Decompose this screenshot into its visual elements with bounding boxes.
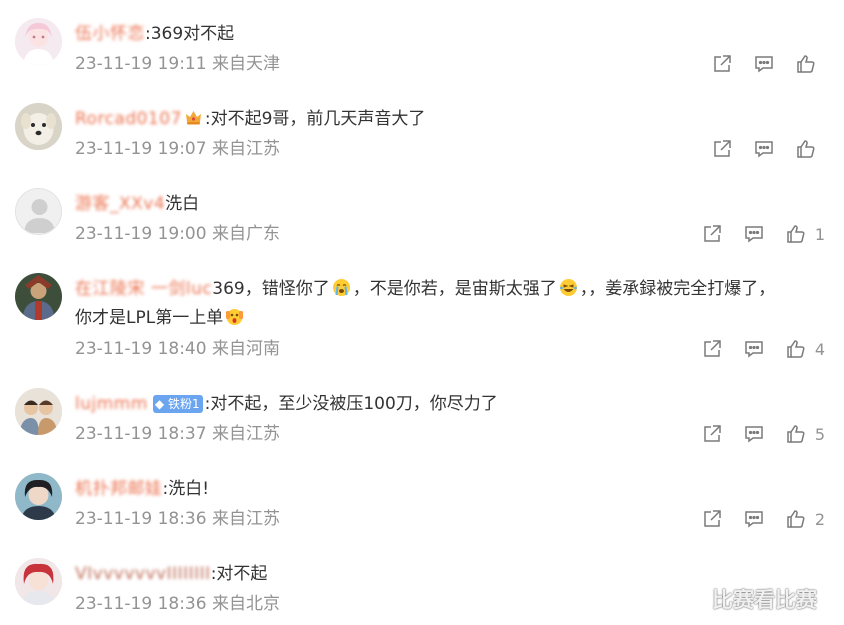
comment-text: :洗白! [162, 479, 210, 499]
comment-item: 机扑邦邮娃:洗白! 23-11-19 18:36 来自江苏 2 [0, 465, 844, 550]
like-count: 1 [814, 224, 825, 244]
username-link[interactable]: Rorcad0107 [75, 104, 182, 134]
laughing-emoji-icon [559, 277, 578, 296]
share-icon[interactable] [702, 339, 722, 359]
comment-actions: 4 [702, 337, 844, 361]
comment-item: 游客_XXv4洗白 23-11-19 19:00 来自广东 1 [0, 180, 844, 265]
comment-text: :对不起 [210, 564, 268, 584]
share-icon[interactable] [712, 139, 732, 159]
username-link[interactable]: lujmmm [75, 389, 148, 419]
username-link[interactable]: 伍小怀恋 [75, 19, 145, 49]
comment-text: 你才是LPL第一上单 [75, 308, 224, 328]
comment-icon[interactable] [744, 424, 764, 444]
crying-emoji-icon [332, 277, 351, 296]
comment-actions [712, 52, 844, 76]
diamond-icon: ◆ [154, 397, 165, 411]
comment-item: lujmmm ◆ 铁粉1:对不起，至少没被压100刀，你尽力了 23-11-19 … [0, 380, 844, 465]
username-link[interactable]: 在江陵宋 一剑luc [75, 274, 212, 304]
username-link[interactable]: 机扑邦邮娃 [75, 474, 163, 504]
avatar[interactable] [15, 388, 62, 435]
avatar[interactable] [15, 188, 62, 235]
comment-meta: 23-11-19 18:40 来自河南 [75, 339, 280, 359]
comment-meta: 23-11-19 18:37 来自江苏 [75, 424, 280, 444]
comment-item: 在江陵宋 一剑luc369，错怪你了 ，不是你若，是宙斯太强了 ，，姜承録被完全打爆… [0, 265, 844, 380]
comment-item: Rorcad0107 :对不起9哥，前几天声音大了 23-11-19 19:07 … [0, 95, 844, 180]
like-icon[interactable] [786, 224, 806, 244]
comment-text: 洗白 [165, 194, 200, 214]
like-icon[interactable] [796, 139, 816, 159]
like-count: 4 [814, 339, 825, 359]
fan-badge[interactable]: ◆ 铁粉1 [152, 395, 203, 413]
avatar[interactable] [15, 18, 62, 65]
share-icon[interactable] [712, 54, 732, 74]
share-icon[interactable] [702, 224, 722, 244]
username-link[interactable]: VIvvvvvvvIIIIIIII [75, 559, 211, 589]
comment-actions [712, 137, 844, 161]
watermark: 比赛看比赛 [712, 588, 817, 612]
avatar[interactable] [15, 558, 62, 605]
like-icon[interactable] [786, 424, 806, 444]
comment-content: lujmmm ◆ 铁粉1:对不起，至少没被压100刀，你尽力了 [75, 389, 498, 419]
avatar[interactable] [15, 473, 62, 520]
like-count: 2 [814, 509, 825, 529]
comment-meta: 23-11-19 19:11 来自天津 [75, 54, 280, 74]
comment-icon[interactable] [754, 54, 774, 74]
comment-meta: 23-11-19 18:36 来自江苏 [75, 509, 280, 529]
comment-content: 在江陵宋 一剑luc369，错怪你了 ，不是你若，是宙斯太强了 ，，姜承録被完全打爆… [75, 274, 775, 304]
like-icon[interactable] [786, 339, 806, 359]
like-icon[interactable] [786, 509, 806, 529]
comment-item: 伍小怀恋:369对不起 23-11-19 19:11 来自天津 [0, 10, 844, 95]
share-icon[interactable] [702, 424, 722, 444]
comment-meta: 23-11-19 18:36 来自北京 [75, 594, 280, 614]
username-link[interactable]: 游客_XXv4 [75, 189, 165, 219]
comment-text: :对不起9哥，前几天声音大了 [204, 109, 426, 129]
shocked-emoji-icon [225, 306, 244, 325]
comment-icon[interactable] [744, 224, 764, 244]
comment-meta: 23-11-19 19:07 来自江苏 [75, 139, 280, 159]
comment-actions: 5 [702, 422, 844, 446]
comment-content: Rorcad0107 :对不起9哥，前几天声音大了 [75, 104, 425, 134]
avatar[interactable] [15, 103, 62, 150]
comment-content-line2: 你才是LPL第一上单 [75, 303, 246, 333]
comment-actions: 2 [702, 507, 844, 531]
avatar[interactable] [15, 273, 62, 320]
comment-icon[interactable] [744, 509, 764, 529]
comment-text: 369，错怪你了 [212, 279, 330, 299]
comment-content: 机扑邦邮娃:洗白! [75, 474, 209, 504]
like-icon[interactable] [796, 54, 816, 74]
comment-content: VIvvvvvvvIIIIIIII:对不起 [75, 559, 267, 589]
like-count: 5 [814, 424, 825, 444]
crown-badge-icon [185, 106, 202, 125]
comment-content: 游客_XXv4洗白 [75, 189, 199, 219]
comment-text: :对不起，至少没被压100刀，你尽力了 [204, 394, 498, 414]
fan-badge-label: 铁粉1 [167, 397, 200, 411]
comment-meta: 23-11-19 19:00 来自广东 [75, 224, 280, 244]
comment-icon[interactable] [754, 139, 774, 159]
comment-text: :369对不起 [145, 24, 235, 44]
comment-content: 伍小怀恋:369对不起 [75, 19, 234, 49]
comment-text: ，，姜承録被完全打爆了， [579, 279, 776, 299]
comment-actions: 1 [702, 222, 844, 246]
comment-text: ，不是你若，是宙斯太强了 [352, 279, 557, 299]
share-icon[interactable] [702, 509, 722, 529]
comment-icon[interactable] [744, 339, 764, 359]
